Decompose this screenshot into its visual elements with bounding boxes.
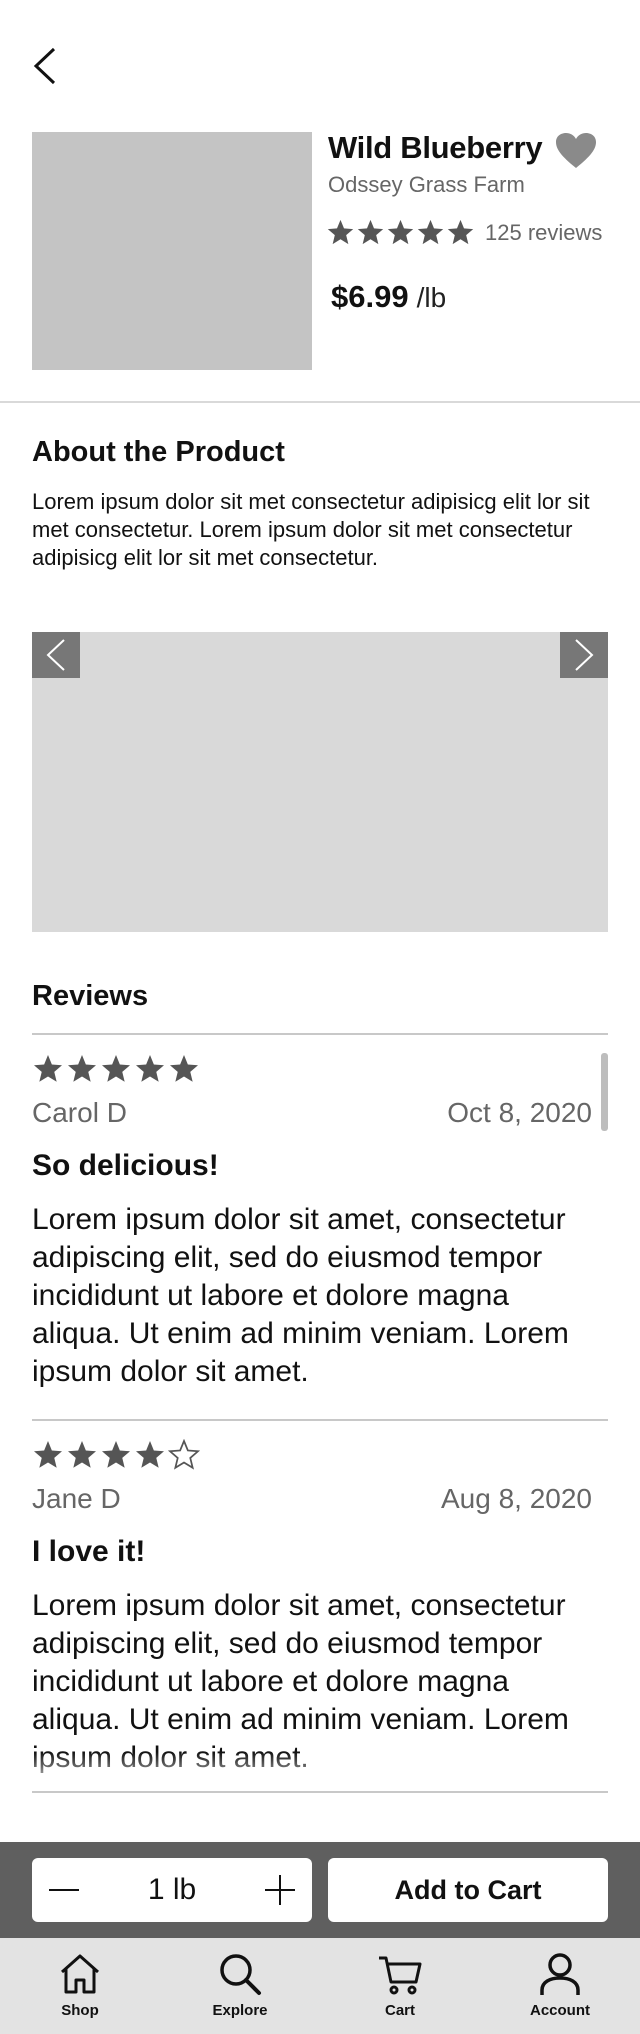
review-count: 125 reviews [485, 219, 603, 245]
account-icon [540, 1953, 580, 1995]
tab-cart[interactable]: Cart [320, 1938, 480, 2034]
carousel-prev-button[interactable] [32, 632, 80, 678]
plus-icon [265, 1875, 295, 1905]
product-image [32, 132, 312, 370]
star-filled-icon [136, 1055, 164, 1082]
review-item: Jane D Aug 8, 2020 I love it! Lorem ipsu… [32, 1421, 592, 1777]
review-title: I love it! [32, 1535, 146, 1568]
cart-icon [379, 1956, 422, 1995]
divider [32, 1791, 608, 1793]
farm-name: Odssey Grass Farm [328, 172, 525, 197]
reviews-list[interactable]: Carol D Oct 8, 2020 So delicious! Lorem … [32, 1035, 608, 1795]
rating-stars [326, 218, 475, 247]
reviews-title: Reviews [32, 980, 149, 1012]
heart-icon [556, 133, 596, 168]
decrease-quantity-button[interactable] [46, 1872, 82, 1908]
rating-stars [32, 1053, 592, 1085]
star-filled-icon [357, 219, 384, 245]
review-author: Jane D [32, 1483, 121, 1514]
star-filled-icon [68, 1441, 96, 1468]
rating-stars [32, 1439, 592, 1471]
quantity-stepper: 1 lb [32, 1858, 312, 1922]
price-value: $6.99 [331, 279, 409, 314]
star-filled-icon [34, 1441, 62, 1468]
chevron-left-icon [46, 639, 65, 671]
product-rating: 125 reviews [326, 218, 602, 247]
price: $6.99 /lb [331, 279, 446, 315]
star-filled-icon [387, 219, 414, 245]
review-title: So delicious! [32, 1149, 219, 1182]
star-filled-icon [327, 219, 354, 245]
star-filled-icon [34, 1055, 62, 1082]
review-body: Lorem ipsum dolor sit amet, consectetur … [32, 1589, 569, 1774]
tab-account[interactable]: Account [480, 1938, 640, 2034]
bottom-navigation: Shop Explore Cart Account [0, 1938, 640, 2034]
scrollbar-thumb[interactable] [601, 1053, 608, 1131]
about-title: About the Product [32, 436, 285, 468]
add-to-cart-button[interactable]: Add to Cart [328, 1858, 608, 1922]
tab-label: Explore [212, 2002, 268, 2019]
review-date: Oct 8, 2020 [447, 1097, 592, 1128]
product-name: Wild Blueberry [328, 130, 543, 165]
price-unit: /lb [416, 282, 447, 313]
quantity-value: 1 lb [147, 1873, 197, 1906]
tab-explore[interactable]: Explore [160, 1938, 320, 2034]
review-item: Carol D Oct 8, 2020 So delicious! Lorem … [32, 1035, 608, 1421]
home-icon [61, 1954, 99, 1994]
tab-label: Shop [61, 2002, 99, 2019]
favorite-button[interactable] [555, 132, 597, 170]
carousel-next-button[interactable] [560, 632, 608, 678]
back-button[interactable] [28, 44, 62, 88]
tab-label: Cart [384, 2002, 415, 2019]
star-filled-icon [170, 1055, 198, 1082]
divider [0, 401, 640, 403]
tab-label: Account [530, 2002, 590, 2019]
tab-shop[interactable]: Shop [0, 1938, 160, 2034]
search-icon [220, 1954, 261, 1995]
star-filled-icon [102, 1441, 130, 1468]
star-filled-icon [136, 1441, 164, 1468]
cart-bar: 1 lb Add to Cart [0, 1842, 640, 1938]
minus-icon [49, 1889, 79, 1891]
star-filled-icon [102, 1055, 130, 1082]
chevron-right-icon [575, 639, 594, 671]
chevron-left-icon [33, 47, 56, 85]
image-carousel [32, 632, 608, 932]
review-author: Carol D [32, 1097, 127, 1128]
review-date: Aug 8, 2020 [440, 1483, 592, 1514]
star-filled-icon [68, 1055, 96, 1082]
star-filled-icon [417, 219, 444, 245]
increase-quantity-button[interactable] [262, 1872, 298, 1908]
star-empty-icon [168, 1439, 200, 1470]
star-filled-icon [447, 219, 474, 245]
about-text: Lorem ipsum dolor sit met consectetur ad… [32, 489, 590, 570]
review-body: Lorem ipsum dolor sit amet, consectetur … [32, 1203, 569, 1388]
